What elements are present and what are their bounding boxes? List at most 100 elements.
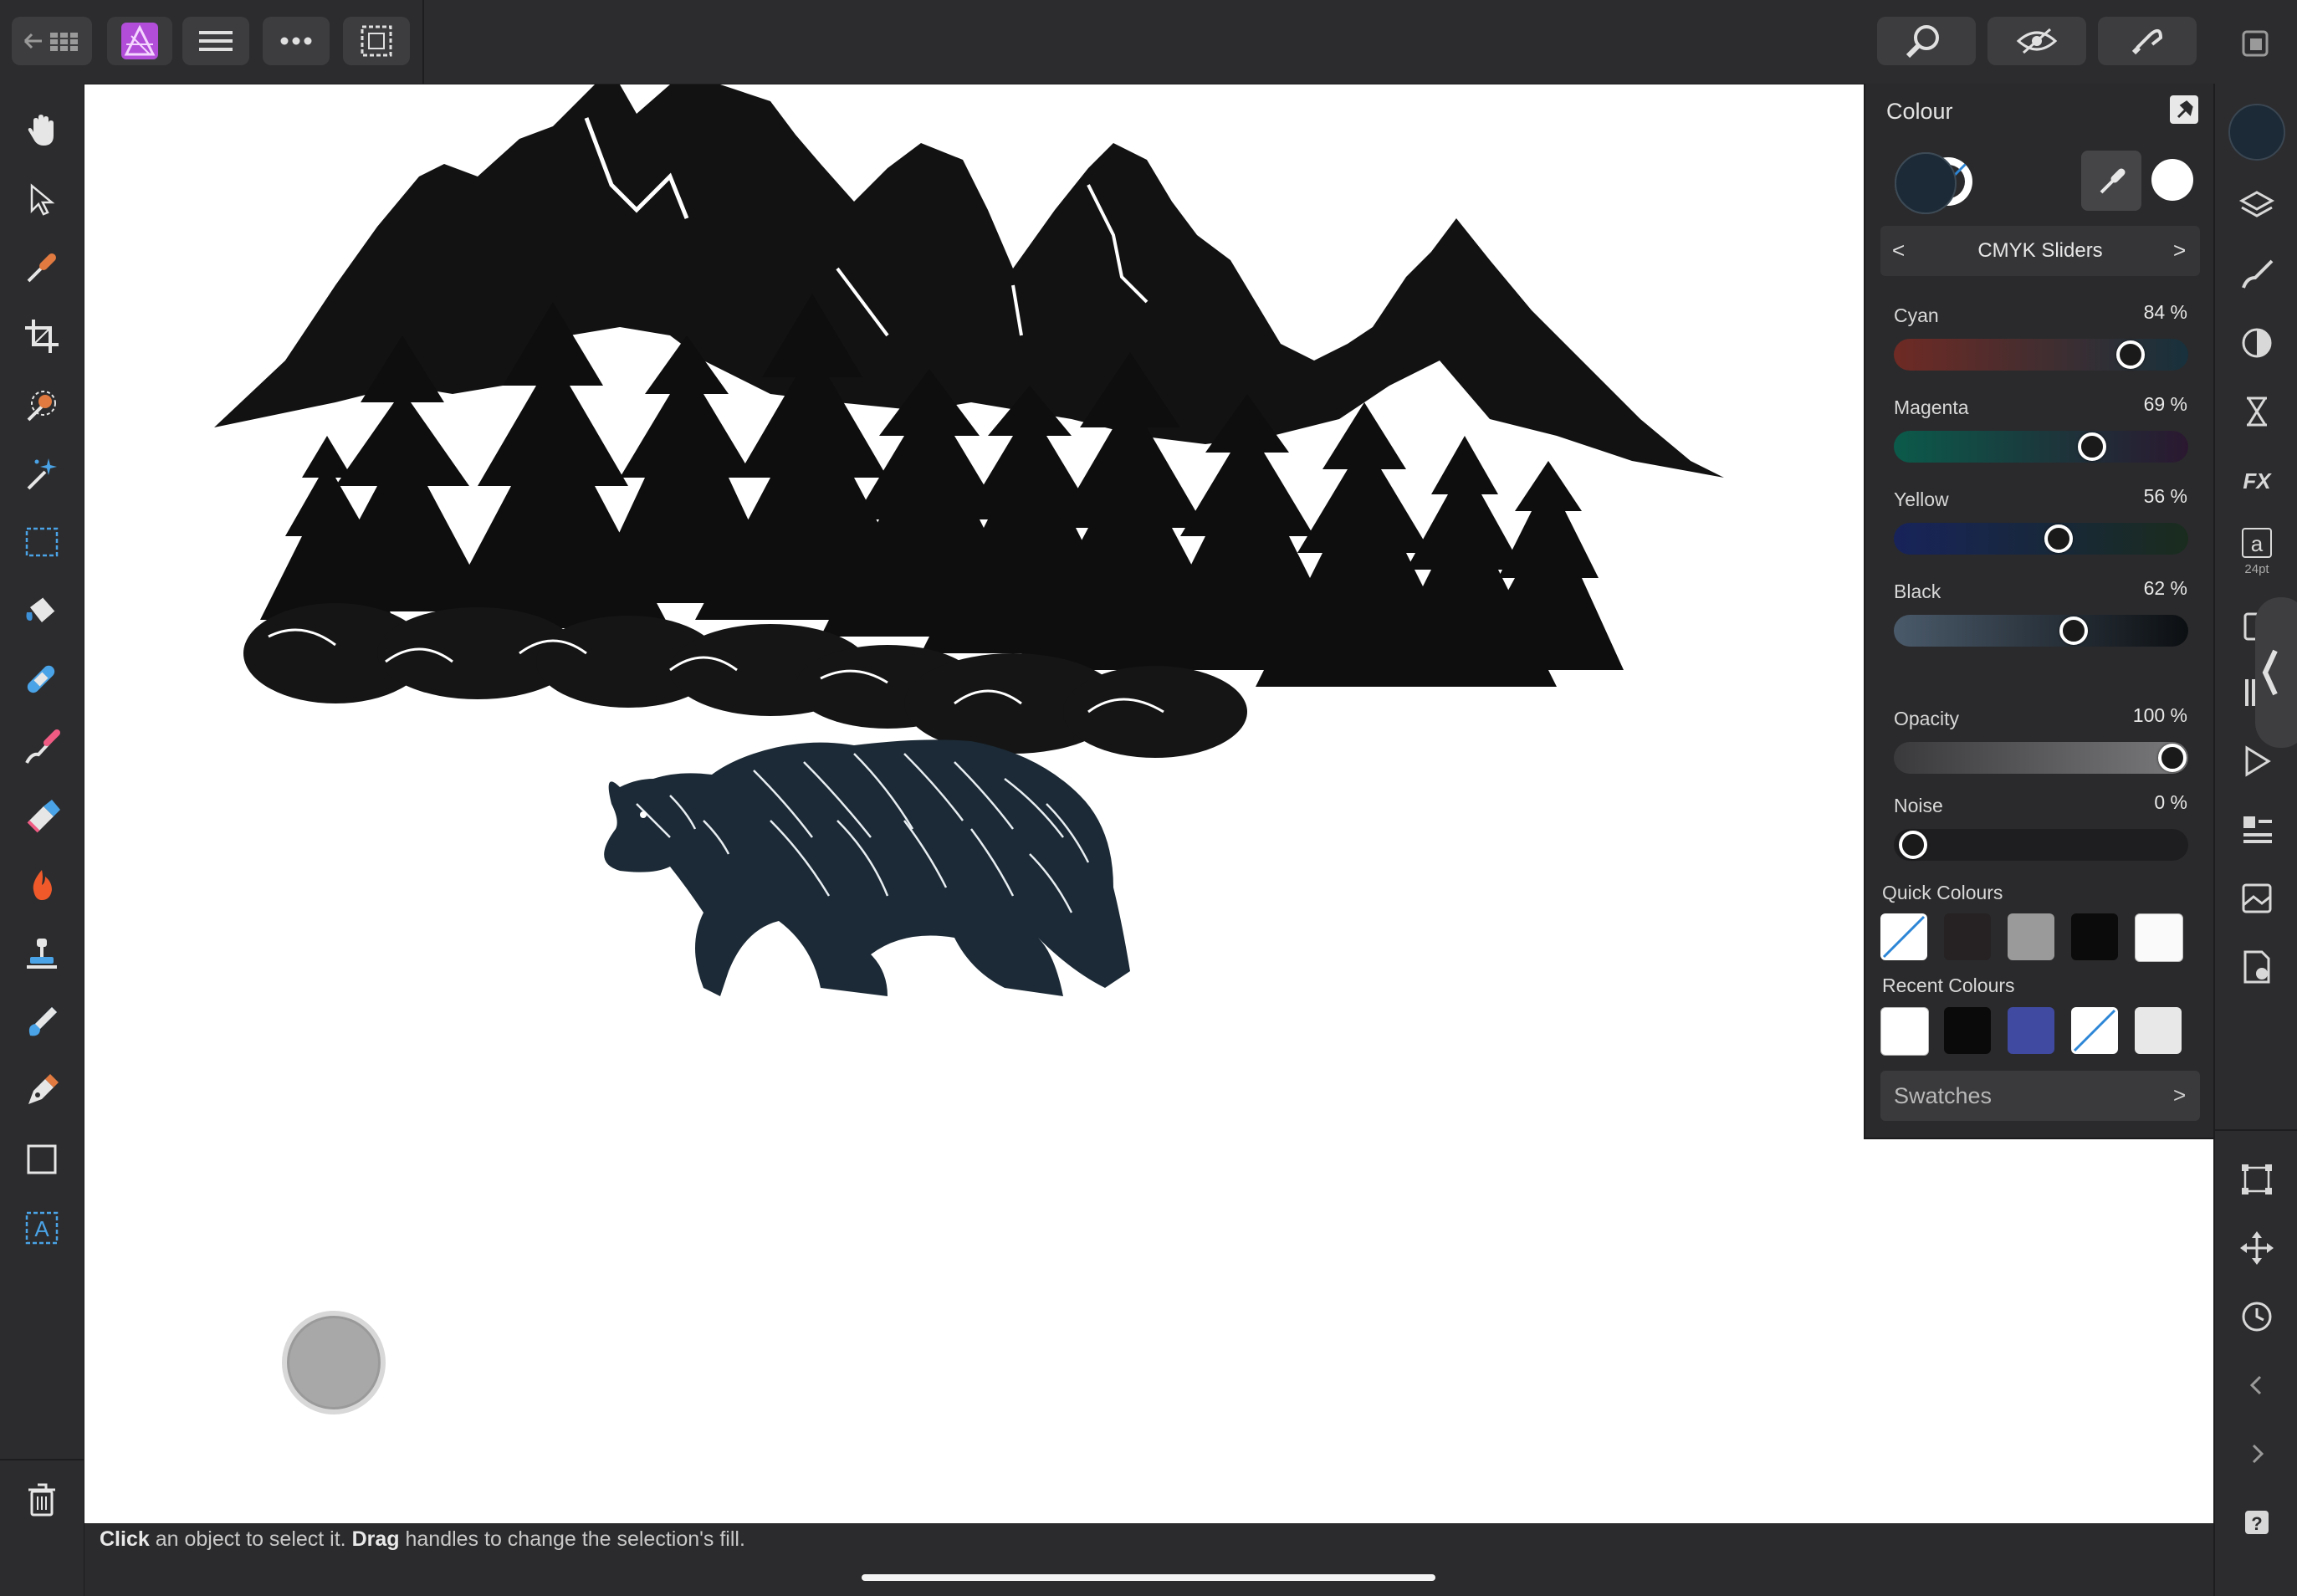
- colour-picker-icon[interactable]: [18, 244, 65, 291]
- noise-slider[interactable]: [1894, 829, 2188, 861]
- window-icon[interactable]: [2232, 25, 2279, 62]
- trash-icon[interactable]: [18, 1476, 65, 1523]
- ellipsis-icon[interactable]: [263, 17, 330, 65]
- move-handle-icon[interactable]: [2233, 1225, 2280, 1271]
- pen-icon[interactable]: [18, 1067, 65, 1114]
- move-icon[interactable]: [18, 176, 65, 223]
- text-icon[interactable]: A: [18, 1205, 65, 1251]
- home-indicator[interactable]: [862, 1574, 1435, 1581]
- studio-bar: FX a 24pt ?: [2213, 84, 2297, 1596]
- svg-text:?: ?: [2251, 1513, 2262, 1534]
- back-grid-icon[interactable]: [12, 17, 92, 65]
- current-colour-icon[interactable]: [2228, 104, 2285, 161]
- layers-icon[interactable]: [2233, 182, 2280, 229]
- opacity-slider[interactable]: [1894, 742, 2188, 774]
- secondary-colour-well[interactable]: [2151, 159, 2193, 201]
- paint-brush-icon[interactable]: [18, 724, 65, 771]
- adjustments-icon[interactable]: [2233, 320, 2280, 366]
- stock-icon[interactable]: [2233, 875, 2280, 922]
- magenta-slider[interactable]: [1894, 431, 2188, 463]
- magenta-value: 69 %: [2143, 393, 2187, 415]
- opacity-knob[interactable]: [2158, 744, 2187, 772]
- svg-text:FX: FX: [2243, 468, 2272, 494]
- studio-collapse-tab[interactable]: [2255, 597, 2297, 748]
- hand-icon[interactable]: [18, 107, 65, 154]
- black-slider[interactable]: [1894, 615, 2188, 647]
- history-icon[interactable]: [2233, 1293, 2280, 1340]
- yellow-label: Yellow: [1894, 489, 1949, 510]
- svg-text:a: a: [2251, 531, 2264, 556]
- macro-icon[interactable]: [2233, 738, 2280, 785]
- cyan-slider[interactable]: [1894, 339, 2188, 371]
- hamburger-icon[interactable]: [182, 17, 249, 65]
- quick-colours-label: Quick Colours: [1882, 882, 2003, 903]
- chevron-right-icon[interactable]: >: [2173, 238, 2186, 263]
- colour-swatch[interactable]: [2008, 1007, 2054, 1054]
- eraser-icon[interactable]: [18, 793, 65, 840]
- marquee-icon[interactable]: [18, 519, 65, 565]
- chevron-right-icon: >: [2173, 1082, 2187, 1107]
- opacity-label: Opacity: [1894, 708, 1959, 729]
- toolbar-divider: [422, 0, 424, 84]
- primary-colour-well[interactable]: [1895, 152, 1957, 214]
- brushes-icon[interactable]: [2233, 251, 2280, 298]
- photo-persona-icon[interactable]: [107, 17, 172, 65]
- magic-wand-icon[interactable]: [18, 450, 65, 497]
- yellow-slider[interactable]: [1894, 523, 2188, 555]
- text-style-size: 24pt: [2244, 562, 2269, 576]
- navigator-icon[interactable]: [2233, 388, 2280, 435]
- colour-swatch[interactable]: [2071, 1007, 2118, 1054]
- black-value: 62 %: [2143, 577, 2187, 599]
- modifier-button[interactable]: [282, 1311, 386, 1414]
- chevron-left-icon[interactable]: [2233, 1362, 2280, 1409]
- library-icon[interactable]: [2233, 806, 2280, 853]
- colour-swatch[interactable]: [2071, 913, 2118, 960]
- black-label: Black: [1894, 581, 1941, 602]
- rectangle-icon[interactable]: [18, 1136, 65, 1183]
- selection-icon[interactable]: [343, 17, 410, 65]
- colour-swatch[interactable]: [2135, 913, 2183, 962]
- colour-swatch[interactable]: [1944, 913, 1991, 960]
- colour-mode-selector[interactable]: < CMYK Sliders >: [1880, 226, 2200, 276]
- studio-divider: [2215, 1129, 2297, 1131]
- snapping-icon[interactable]: [2098, 17, 2197, 65]
- smudge-icon[interactable]: [18, 999, 65, 1046]
- status-action-drag: Drag: [351, 1527, 400, 1551]
- pin-icon[interactable]: [2170, 95, 2198, 124]
- burn-icon[interactable]: [18, 862, 65, 908]
- chevron-right-icon[interactable]: [2233, 1430, 2280, 1477]
- view-tool-icon[interactable]: [1877, 17, 1976, 65]
- status-hint: Click an object to select it. Drag handl…: [100, 1527, 745, 1552]
- transform-icon[interactable]: [2233, 1156, 2280, 1203]
- tools-divider: [0, 1459, 84, 1460]
- brush-selection-icon[interactable]: [18, 381, 65, 428]
- cyan-knob[interactable]: [2116, 340, 2146, 369]
- fx-icon[interactable]: FX: [2233, 457, 2280, 504]
- svg-text:A: A: [34, 1216, 49, 1241]
- yellow-value: 56 %: [2143, 485, 2187, 507]
- black-knob[interactable]: [2059, 616, 2089, 645]
- healing-icon[interactable]: [18, 656, 65, 703]
- colour-swatch[interactable]: [1880, 913, 1927, 960]
- document-settings-icon[interactable]: [2233, 944, 2280, 990]
- magenta-label: Magenta: [1894, 396, 1969, 418]
- eyedropper-icon[interactable]: [2081, 151, 2141, 211]
- colour-swatch[interactable]: [1944, 1007, 1991, 1054]
- quickmask-icon[interactable]: [1987, 17, 2086, 65]
- yellow-knob[interactable]: [2044, 524, 2073, 553]
- colour-swatch[interactable]: [2135, 1007, 2182, 1054]
- colour-mode-label: CMYK Sliders: [1977, 239, 2103, 262]
- noise-label: Noise: [1894, 795, 1943, 816]
- crop-icon[interactable]: [18, 313, 65, 360]
- colour-swatch[interactable]: [1880, 1007, 1929, 1056]
- tools-panel: A: [0, 84, 85, 1596]
- status-action-click: Click: [100, 1527, 150, 1551]
- colour-swatch[interactable]: [2008, 913, 2054, 960]
- magenta-knob[interactable]: [2077, 432, 2106, 461]
- swatches-button[interactable]: Swatches >: [1880, 1071, 2200, 1121]
- clone-icon[interactable]: [18, 930, 65, 977]
- noise-knob[interactable]: [1899, 831, 1927, 859]
- help-icon[interactable]: ?: [2233, 1499, 2280, 1546]
- status-text-2: handles to change the selection's fill.: [399, 1527, 745, 1551]
- flood-fill-icon[interactable]: [18, 587, 65, 634]
